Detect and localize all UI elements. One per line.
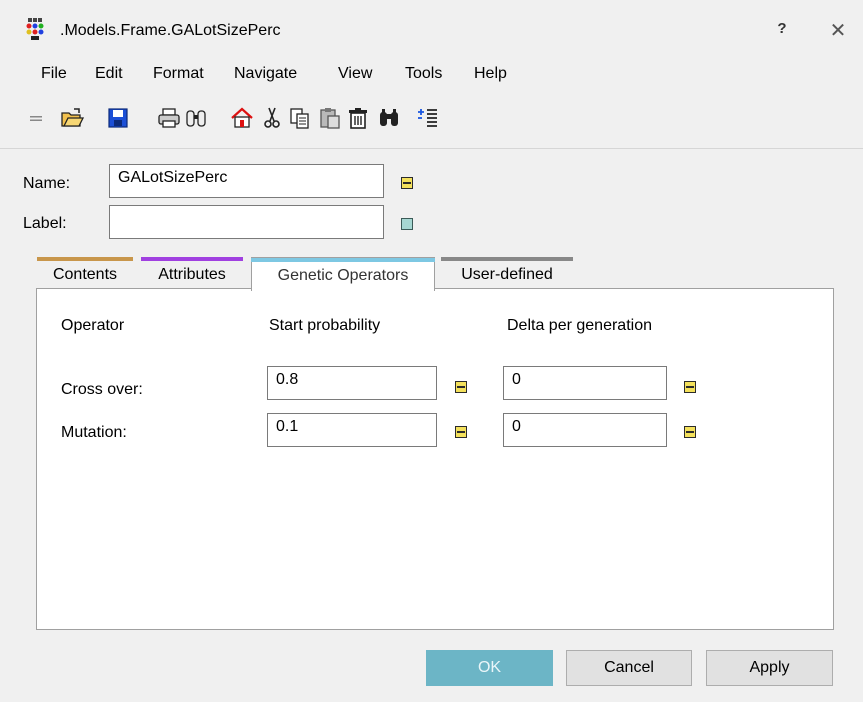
cross-over-start-field[interactable]: 0.8 <box>267 366 437 400</box>
cut-icon[interactable] <box>260 106 284 130</box>
delete-icon[interactable] <box>346 106 370 130</box>
home-icon[interactable] <box>230 106 254 130</box>
tab-attributes[interactable]: Attributes <box>141 257 243 289</box>
tab-contents[interactable]: Contents <box>37 257 133 289</box>
cross-over-delta-marker[interactable] <box>684 381 696 393</box>
label-local-marker[interactable] <box>401 218 413 230</box>
app-icon <box>26 18 44 40</box>
mutation-delta-marker[interactable] <box>684 426 696 438</box>
menu-edit[interactable]: Edit <box>95 65 123 83</box>
tab-genetic-operators[interactable]: Genetic Operators <box>251 257 435 291</box>
save-icon[interactable] <box>106 106 130 130</box>
mutation-delta-field[interactable]: 0 <box>503 413 667 447</box>
insert-icon[interactable] <box>416 106 440 130</box>
start-probability-header: Start probability <box>269 317 381 334</box>
name-label: Name: <box>23 175 71 192</box>
tab-user-defined-color-bar <box>441 257 573 261</box>
drag-grip-icon[interactable] <box>24 106 48 130</box>
binoculars-preview-icon[interactable] <box>184 106 208 130</box>
open-folder-icon[interactable] <box>60 106 84 130</box>
tab-attributes-color-bar <box>141 257 243 261</box>
operator-header: Operator <box>61 317 125 334</box>
tab-genetic-operators-color-bar <box>251 258 435 262</box>
label-field[interactable] <box>109 205 384 239</box>
print-icon[interactable] <box>157 106 181 130</box>
name-field[interactable]: GALotSizePerc <box>109 164 384 198</box>
tab-genetic-operators-label: Genetic Operators <box>277 267 409 284</box>
find-icon[interactable] <box>377 106 401 130</box>
cross-over-start-marker[interactable] <box>455 381 467 393</box>
window-title: .Models.Frame.GALotSizePerc <box>60 22 281 39</box>
mutation-label: Mutation: <box>61 424 127 441</box>
close-button[interactable]: ✕ <box>826 18 850 43</box>
name-inherit-marker[interactable] <box>401 177 413 189</box>
menu-format[interactable]: Format <box>153 65 204 83</box>
copy-icon[interactable] <box>288 106 312 130</box>
tab-attributes-label: Attributes <box>158 266 226 283</box>
help-button[interactable]: ? <box>770 20 794 37</box>
menu-file[interactable]: File <box>41 65 67 83</box>
delta-per-generation-header: Delta per generation <box>507 317 652 334</box>
tab-user-defined[interactable]: User-defined <box>441 257 573 289</box>
mutation-start-marker[interactable] <box>455 426 467 438</box>
cancel-button[interactable]: Cancel <box>566 650 692 686</box>
mutation-start-field[interactable]: 0.1 <box>267 413 437 447</box>
menu-help[interactable]: Help <box>474 65 507 83</box>
tab-user-defined-label: User-defined <box>461 266 553 283</box>
cross-over-label: Cross over: <box>61 381 143 398</box>
label-label: Label: <box>23 215 67 232</box>
ok-button[interactable]: OK <box>426 650 553 686</box>
tab-contents-label: Contents <box>52 266 118 283</box>
menu-navigate[interactable]: Navigate <box>234 65 297 83</box>
menu-view[interactable]: View <box>338 65 372 83</box>
title-bar: .Models.Frame.GALotSizePerc ? ✕ <box>0 0 863 58</box>
toolbar <box>0 90 863 149</box>
genetic-operators-panel: Operator Start probability Delta per gen… <box>36 288 834 630</box>
menu-tools[interactable]: Tools <box>405 65 442 83</box>
paste-icon[interactable] <box>318 106 342 130</box>
menu-bar: File Edit Format Navigate View Tools Hel… <box>0 58 863 90</box>
tab-contents-color-bar <box>37 257 133 261</box>
cross-over-delta-field[interactable]: 0 <box>503 366 667 400</box>
apply-button[interactable]: Apply <box>706 650 833 686</box>
